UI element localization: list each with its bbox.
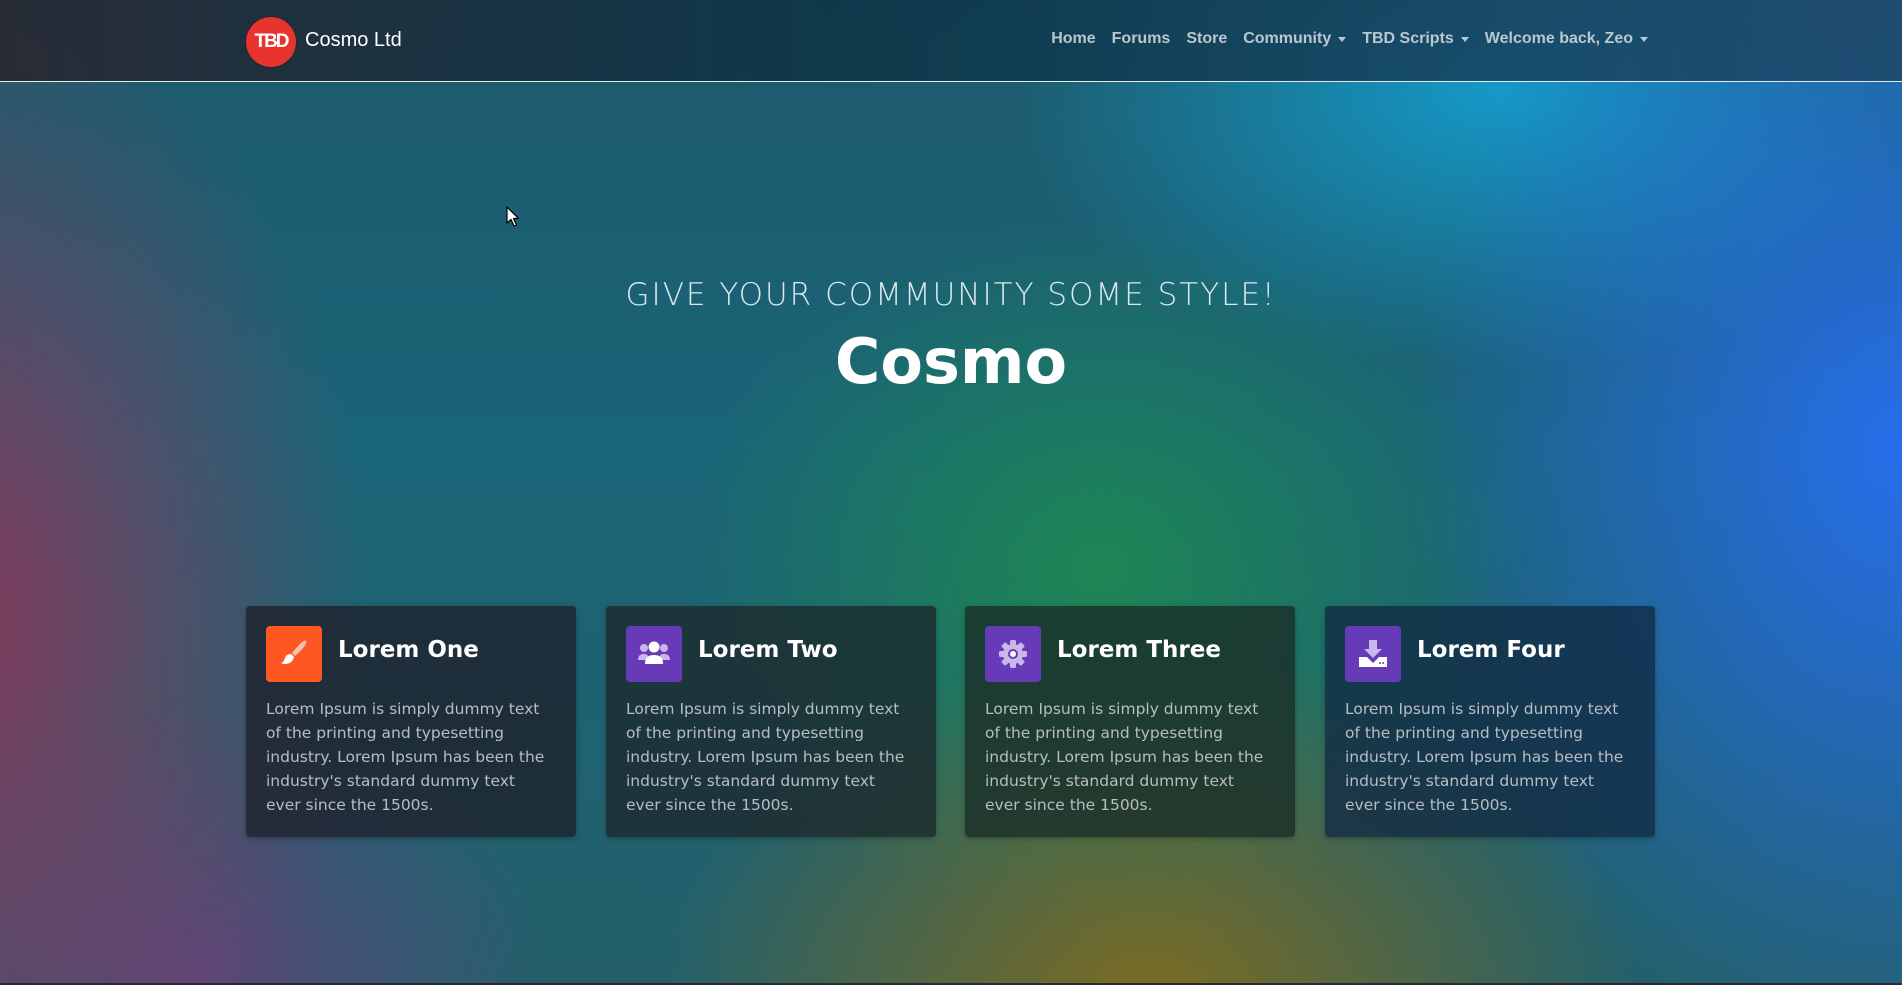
card-text: Lorem Ipsum is simply dummy text of the … xyxy=(266,700,545,814)
caret-down-icon xyxy=(1640,36,1648,42)
card-title: Lorem Three xyxy=(1057,637,1221,663)
caret-down-icon xyxy=(1338,36,1347,42)
users-icon xyxy=(626,626,682,682)
nav-home-label: Home xyxy=(1051,30,1096,47)
card-text: Lorem Ipsum is simply dummy text of the … xyxy=(1345,700,1624,814)
card-text: Lorem Ipsum is simply dummy text of the … xyxy=(985,700,1264,814)
card-title: Lorem Two xyxy=(698,637,838,663)
feature-card: Lorem Two Lorem Ipsum is simply dummy te… xyxy=(606,606,936,837)
card-text: Lorem Ipsum is simply dummy text of the … xyxy=(626,700,905,814)
nav-forums-label: Forums xyxy=(1111,30,1171,47)
nav-links: Home Forums Store Community TBD Scripts … xyxy=(1035,30,1648,48)
caret-down-icon xyxy=(1460,36,1469,42)
paint-brush-icon xyxy=(266,626,322,682)
hero-subtitle: GIVE YOUR COMMUNITY SOME STYLE! xyxy=(625,277,1277,313)
card-title: Lorem Four xyxy=(1417,637,1565,663)
brand-name: Cosmo Ltd xyxy=(305,28,402,51)
navbar: TBD Cosmo Ltd Home Forums Store Communit… xyxy=(0,0,1902,82)
nav-store-link[interactable]: Store xyxy=(1186,30,1227,48)
logo-icon: TBD xyxy=(246,17,296,67)
feature-card: Lorem Three Lorem Ipsum is simply dummy … xyxy=(965,606,1295,837)
nav-home-link[interactable]: Home xyxy=(1051,30,1095,48)
feature-card: Lorem One Lorem Ipsum is simply dummy te… xyxy=(246,606,576,837)
feature-cards: Lorem One Lorem Ipsum is simply dummy te… xyxy=(246,606,1655,837)
nav-user-label: Welcome back, Zeo xyxy=(1484,30,1633,47)
card-title: Lorem One xyxy=(338,637,479,663)
nav-user-dropdown[interactable]: Welcome back, Zeo xyxy=(1485,30,1648,48)
nav-tbd-scripts-dropdown[interactable]: TBD Scripts xyxy=(1362,30,1469,48)
brand-link[interactable]: TBD Cosmo Ltd xyxy=(246,17,402,67)
mouse-cursor-icon xyxy=(506,206,520,227)
gear-icon xyxy=(985,626,1041,682)
nav-tbd-scripts-label: TBD Scripts xyxy=(1362,30,1454,47)
nav-community-dropdown[interactable]: Community xyxy=(1243,30,1347,48)
nav-community-label: Community xyxy=(1243,30,1332,47)
nav-store-label: Store xyxy=(1186,30,1228,47)
nav-forums-link[interactable]: Forums xyxy=(1112,30,1171,48)
download-icon xyxy=(1345,626,1401,682)
feature-card: Lorem Four Lorem Ipsum is simply dummy t… xyxy=(1325,606,1655,837)
hero-title: Cosmo xyxy=(834,325,1068,398)
